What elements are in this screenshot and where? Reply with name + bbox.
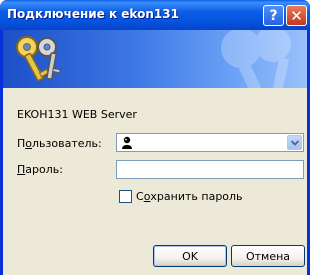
username-label-part2: льзователь: [32, 137, 102, 150]
save-password-label-part2: хранить пароль [150, 190, 243, 203]
banner [3, 30, 307, 88]
password-label-rest: ароль: [25, 163, 63, 176]
close-button[interactable]: ✕ [286, 5, 307, 26]
save-password-label-part1: С [136, 190, 144, 203]
help-button[interactable]: ? [263, 5, 284, 26]
login-dialog: Подключение к ekon131 ? ✕ EKOH131 WEB Se… [0, 0, 310, 275]
window-title: Подключение к ekon131 [7, 7, 179, 21]
title-bar[interactable]: Подключение к ekon131 ? ✕ [0, 0, 310, 30]
chevron-down-icon [291, 140, 299, 146]
user-icon [121, 136, 133, 152]
close-icon: ✕ [290, 6, 303, 25]
cancel-button[interactable]: Отмена [231, 245, 305, 267]
keys-icon [11, 33, 67, 88]
password-label: Пароль: [17, 163, 63, 176]
username-label-accelerator: о [25, 137, 33, 150]
dropdown-button[interactable] [287, 135, 302, 150]
ok-button-label: OK [182, 249, 198, 263]
server-name-label: EKOH131 WEB Server [17, 108, 137, 121]
dialog-body: EKOH131 WEB Server Пользователь: Пароль: [3, 30, 307, 275]
password-field[interactable] [116, 160, 304, 179]
username-combobox[interactable] [116, 133, 304, 152]
cancel-button-label: Отмена [245, 249, 291, 263]
save-password-label[interactable]: Сохранить пароль [136, 190, 243, 203]
username-label: Пользователь: [17, 137, 102, 150]
help-icon: ? [269, 7, 278, 24]
save-password-checkbox[interactable] [119, 190, 132, 203]
ok-button[interactable]: OK [153, 245, 227, 267]
keys-watermark-icon [211, 30, 307, 88]
